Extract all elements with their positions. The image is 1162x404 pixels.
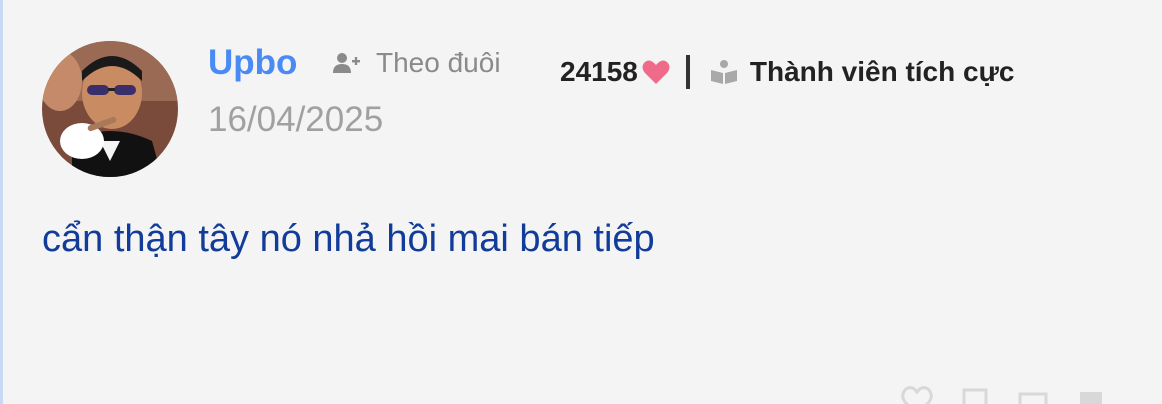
book-icon: [710, 57, 740, 87]
comment-card: Upbo Theo đuôi 24158 Thành viên tích cực…: [0, 0, 1162, 404]
username-link[interactable]: Upbo: [208, 42, 297, 84]
user-plus-icon: [332, 48, 362, 78]
heart-icon: [642, 57, 672, 87]
stats-divider: [685, 55, 690, 89]
user-stats: 24158 Thành viên tích cực: [560, 52, 1014, 92]
reply-action-icon[interactable]: [958, 384, 992, 404]
follow-button[interactable]: Theo đuôi: [332, 45, 501, 81]
member-rank-label: Thành viên tích cực: [749, 56, 1015, 87]
avatar[interactable]: [42, 41, 178, 177]
post-date: 16/04/2025: [208, 100, 384, 139]
comment-text: cẩn thận tây nó nhả hồi mai bán tiếp: [42, 218, 655, 260]
likes-count: 24158: [560, 56, 638, 87]
follow-label: Theo đuôi: [376, 47, 501, 78]
left-accent-bar: [0, 0, 3, 404]
more-action-icon[interactable]: [1074, 384, 1108, 404]
share-action-icon[interactable]: [1016, 384, 1050, 404]
like-action-icon[interactable]: [900, 384, 934, 404]
comment-actions: [900, 384, 1108, 404]
